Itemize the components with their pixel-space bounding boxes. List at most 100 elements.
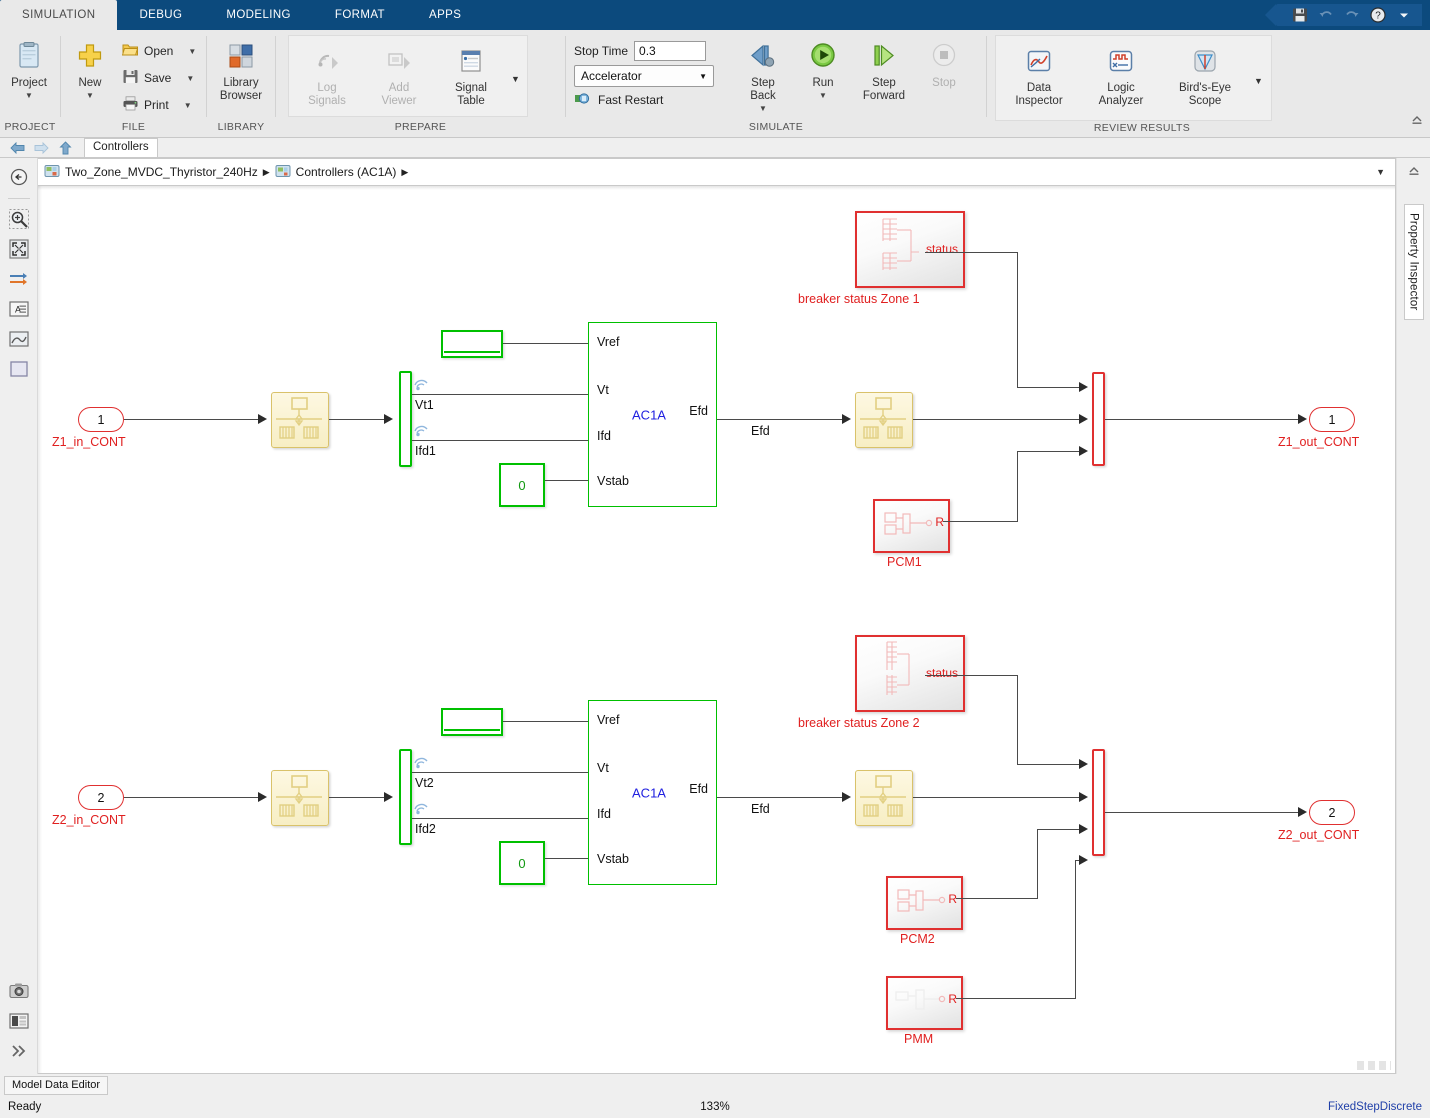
ribbon-group-label-library: LIBRARY — [217, 121, 265, 133]
chevron-down-icon[interactable]: ▼ — [188, 47, 196, 56]
redo-icon[interactable] — [1344, 7, 1360, 23]
simulation-mode-dropdown[interactable]: Accelerator ▼ — [574, 65, 714, 87]
bus-selector-z1[interactable] — [399, 371, 412, 467]
pcm1-block[interactable]: R — [873, 499, 950, 553]
stop-button[interactable]: Stop — [916, 35, 972, 113]
navigate-up-icon[interactable] — [6, 164, 32, 190]
model-info-icon[interactable] — [6, 1008, 32, 1034]
chevron-down-icon[interactable]: ▼ — [86, 92, 94, 100]
tab-debug[interactable]: DEBUG — [117, 0, 204, 30]
fast-restart-toggle[interactable]: Fast Restart — [574, 91, 714, 109]
pmm-block[interactable]: R — [886, 976, 963, 1030]
print-button[interactable]: Print ▼ — [119, 92, 199, 118]
breadcrumb-item-model[interactable]: Two_Zone_MVDC_Thyristor_240Hz — [44, 164, 258, 181]
breadcrumb-item-subsystem[interactable]: Controllers (AC1A) — [275, 164, 397, 181]
fit-to-view-icon[interactable] — [6, 236, 32, 262]
step-back-button[interactable]: Step Back ▼ — [732, 35, 794, 113]
logic-analyzer-button[interactable]: Logic Analyzer — [1080, 40, 1162, 108]
zoom-fit-selection-icon[interactable] — [6, 206, 32, 232]
subsystem-ac1a-z2[interactable]: Vref Vt Ifd Vstab Efd AC1A — [588, 700, 717, 885]
vref-step-block-z2[interactable] — [441, 708, 503, 736]
open-button[interactable]: Open ▼ — [119, 38, 199, 64]
library-browser-icon — [226, 41, 256, 74]
measurement-block-z1[interactable] — [271, 392, 329, 448]
property-inspector-tab[interactable]: Property Inspector — [1403, 204, 1424, 320]
project-button[interactable]: Project ▼ — [0, 35, 58, 100]
area-icon[interactable] — [6, 356, 32, 382]
save-button[interactable]: Save ▼ — [119, 65, 199, 91]
constant-block-z1[interactable]: 0 — [499, 463, 545, 507]
chevron-down-icon[interactable]: ▼ — [184, 101, 192, 110]
birds-eye-scope-button[interactable]: Bird's-Eye Scope — [1162, 40, 1248, 108]
stop-time-input[interactable] — [634, 41, 707, 61]
horizontal-scroll-indicator[interactable] — [1357, 1061, 1391, 1070]
run-button[interactable]: Run ▼ — [794, 35, 852, 113]
up-icon[interactable] — [54, 139, 76, 157]
inport-block-z1[interactable]: 1 — [78, 407, 124, 432]
ribbon-collapse-button[interactable] — [1410, 113, 1424, 131]
wire — [956, 898, 1038, 900]
pcm2-label: PCM2 — [900, 932, 935, 946]
port-label-efd-z2: Efd — [689, 782, 708, 796]
data-inspector-button[interactable]: Data Inspector — [998, 40, 1080, 108]
new-button[interactable]: New ▼ — [61, 35, 119, 100]
measurement-block-z2[interactable] — [271, 770, 329, 826]
log-signals-button[interactable]: Log Signals — [291, 40, 363, 108]
wire-arrow — [1079, 414, 1088, 424]
save-icon[interactable] — [1292, 7, 1308, 23]
chevron-down-icon[interactable]: ▼ — [186, 74, 194, 83]
breadcrumb-label-subsystem: Controllers (AC1A) — [295, 165, 397, 179]
constant-value-z2: 0 — [518, 855, 526, 871]
mux-block-z1[interactable] — [1092, 372, 1105, 466]
annotation-icon[interactable]: A — [6, 296, 32, 322]
wire-arrow — [258, 792, 267, 802]
wire-arrow — [1079, 824, 1088, 834]
review-overflow-button[interactable]: ▼ — [1248, 40, 1269, 122]
mux-block-z2[interactable] — [1092, 749, 1105, 856]
outport-block-z1[interactable]: 1 — [1309, 407, 1355, 432]
model-data-editor-bar: Model Data Editor — [0, 1074, 1430, 1096]
wire — [1105, 812, 1299, 814]
data-inspector-label: Data Inspector — [1015, 82, 1063, 107]
measurement-block-out-z2[interactable] — [855, 770, 913, 826]
wire — [1017, 451, 1080, 453]
block-diagram-canvas[interactable]: 1 Z1_in_CONT Vt1 Ifd1 0 Vref Vt Ifd Vsta… — [38, 186, 1396, 1074]
tab-apps[interactable]: APPS — [407, 0, 483, 30]
outport-block-z2[interactable]: 2 — [1309, 800, 1355, 825]
signal-routing-icon[interactable] — [6, 266, 32, 292]
chevron-down-icon[interactable] — [1396, 7, 1412, 23]
subsystem-ac1a-z1[interactable]: Vref Vt Ifd Vstab Efd AC1A — [588, 322, 717, 507]
panel-collapse-icon[interactable] — [1407, 164, 1421, 182]
subsystem-name-z1: AC1A — [632, 407, 666, 422]
model-tab-controllers[interactable]: Controllers — [84, 138, 158, 157]
image-annotation-icon[interactable] — [6, 326, 32, 352]
wire-arrow — [1079, 759, 1088, 769]
expand-more-icon[interactable] — [6, 1038, 32, 1064]
chevron-down-icon[interactable]: ▼ — [1376, 167, 1385, 177]
breaker-status-block-z1[interactable]: status — [855, 211, 965, 288]
inport-block-z2[interactable]: 2 — [78, 785, 124, 810]
prepare-overflow-button[interactable]: ▼ — [507, 40, 525, 118]
step-forward-button[interactable]: Step Forward — [852, 35, 916, 113]
chevron-down-icon[interactable]: ▼ — [25, 92, 33, 100]
back-icon[interactable] — [6, 139, 28, 157]
tab-simulation[interactable]: SIMULATION — [0, 0, 118, 30]
add-viewer-button[interactable]: Add Viewer — [363, 40, 435, 108]
tab-modeling[interactable]: MODELING — [204, 0, 313, 30]
bus-selector-z2[interactable] — [399, 749, 412, 845]
forward-icon[interactable] — [30, 139, 52, 157]
measurement-block-out-z1[interactable] — [855, 392, 913, 448]
vref-step-block-z1[interactable] — [441, 330, 503, 358]
camera-snapshot-icon[interactable] — [6, 978, 32, 1004]
pcm2-block[interactable]: R — [886, 876, 963, 930]
help-icon[interactable]: ? — [1370, 7, 1386, 23]
library-browser-button[interactable]: Library Browser — [209, 35, 273, 103]
breaker-status-block-z2[interactable]: status — [855, 635, 965, 712]
model-data-editor-tab[interactable]: Model Data Editor — [4, 1075, 109, 1095]
tab-format[interactable]: FORMAT — [313, 0, 407, 30]
signal-table-button[interactable]: Signal Table — [435, 40, 507, 108]
chevron-down-icon[interactable]: ▼ — [819, 92, 827, 100]
constant-block-z2[interactable]: 0 — [499, 841, 545, 885]
undo-icon[interactable] — [1318, 7, 1334, 23]
chevron-down-icon[interactable]: ▼ — [759, 105, 767, 113]
